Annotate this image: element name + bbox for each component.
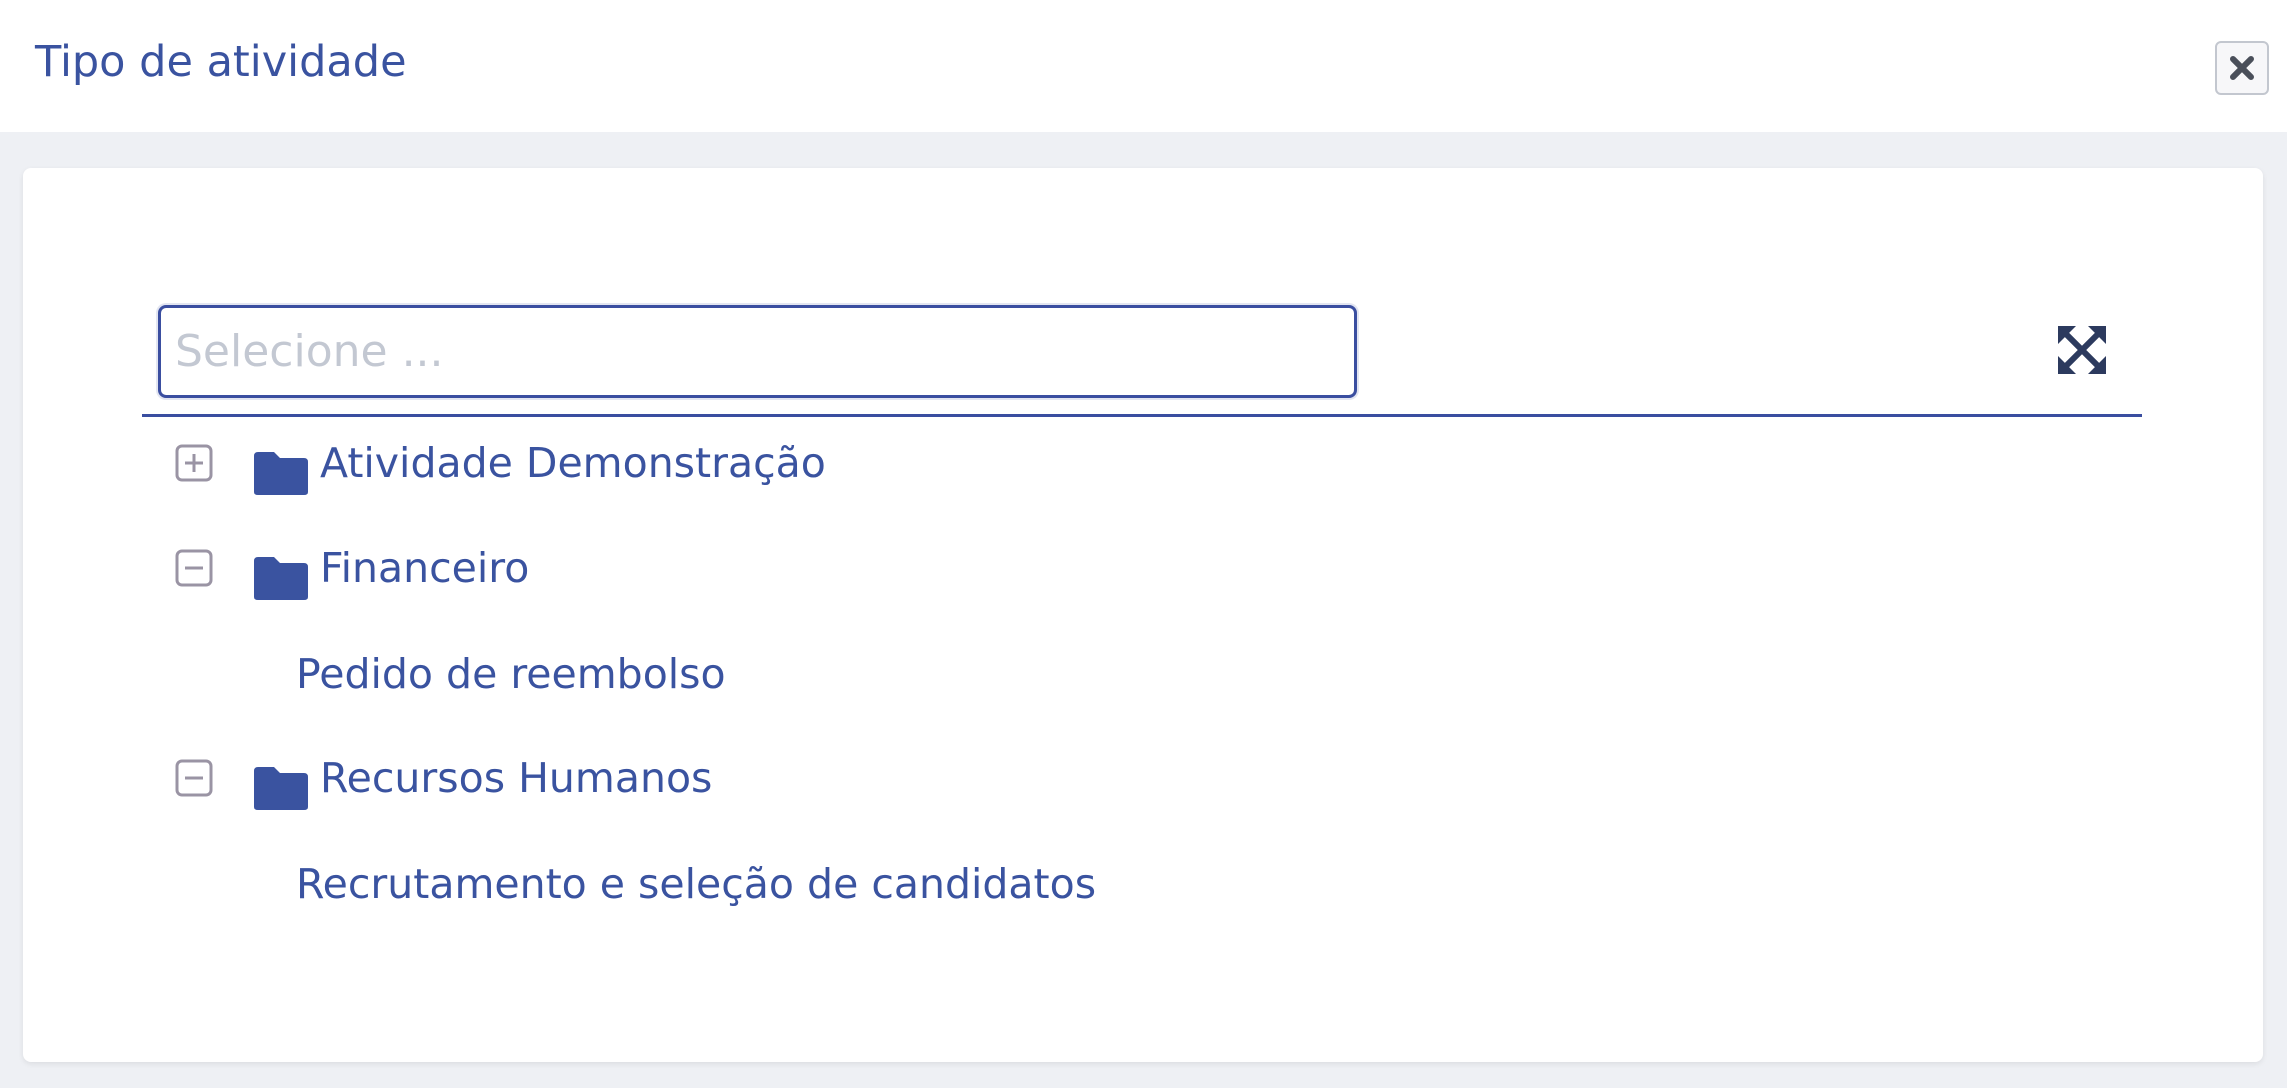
content-panel: [23, 168, 2263, 1062]
folder-icon: [254, 557, 308, 600]
folder-icon: [254, 767, 308, 810]
dialog-header: Tipo de atividade: [0, 0, 2287, 132]
expand-button[interactable]: [2054, 322, 2110, 378]
collapse-minus-icon[interactable]: [175, 549, 213, 587]
tree-node-label[interactable]: Atividade Demonstração: [320, 438, 826, 488]
collapse-minus-icon[interactable]: [175, 759, 213, 797]
expand-icon: [2058, 326, 2106, 374]
tree-node-recursos-humanos[interactable]: Recursos Humanos: [170, 745, 1070, 815]
dialog-title: Tipo de atividade: [35, 37, 407, 87]
search-divider: [142, 414, 2142, 417]
search-input[interactable]: [158, 305, 1357, 398]
tree-leaf-pedido-de-reembolso[interactable]: Pedido de reembolso: [296, 649, 726, 699]
expand-plus-icon[interactable]: [175, 444, 213, 482]
folder-icon: [254, 452, 308, 495]
close-icon: [2230, 56, 2254, 80]
close-button[interactable]: [2215, 41, 2269, 95]
tree-leaf-recrutamento-e-selecao[interactable]: Recrutamento e seleção de candidatos: [296, 859, 1096, 909]
tree-node-label[interactable]: Recursos Humanos: [320, 753, 712, 803]
tree-node-atividade-demonstracao[interactable]: Atividade Demonstração: [170, 430, 1070, 500]
tree-node-financeiro[interactable]: Financeiro: [170, 535, 1070, 605]
tree-node-label[interactable]: Financeiro: [320, 543, 529, 593]
